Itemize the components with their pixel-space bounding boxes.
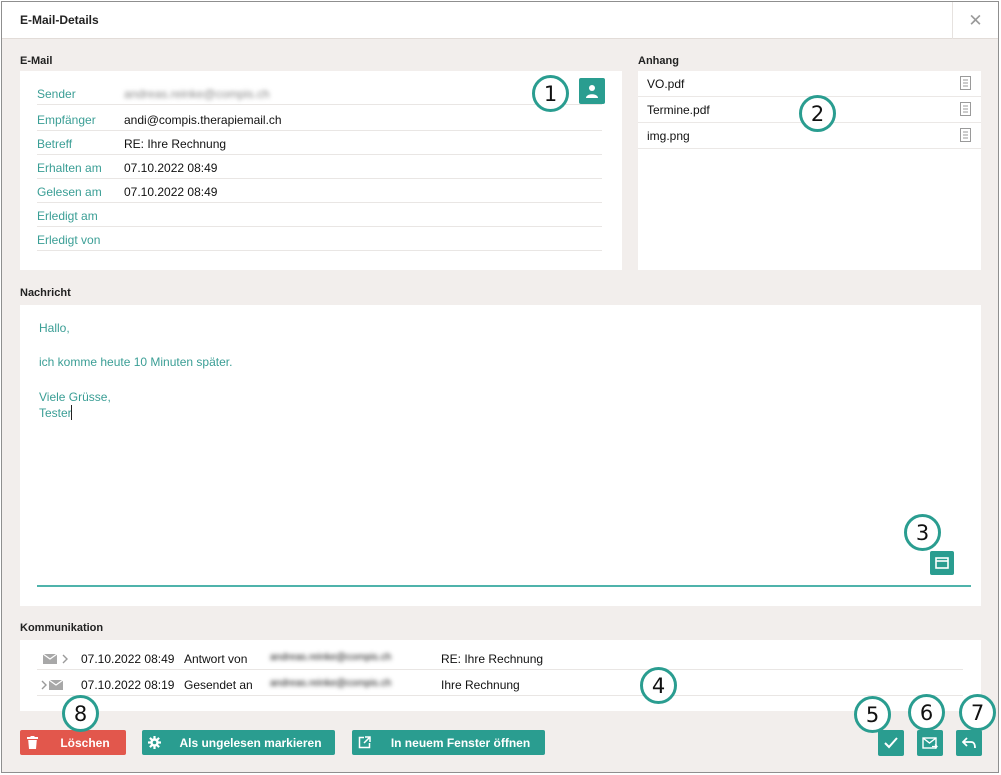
mail-forward-icon bbox=[922, 736, 938, 749]
field-row-sender: Sender andreas.reinke@compis.ch bbox=[37, 81, 602, 105]
attachment-name: Termine.pdf bbox=[647, 103, 710, 117]
callout-6: 6 bbox=[908, 694, 945, 731]
message-panel[interactable]: Hallo, ich komme heute 10 Minuten später… bbox=[20, 305, 981, 606]
comm-subject: Ihre Rechnung bbox=[441, 678, 520, 692]
envelope-icon bbox=[49, 680, 63, 690]
field-label-sender: Sender bbox=[37, 87, 76, 101]
field-label-received: Erhalten am bbox=[37, 161, 102, 175]
mark-unread-button[interactable]: Als ungelesen markieren bbox=[142, 730, 335, 755]
open-new-window-button-label: In neuem Fenster öffnen bbox=[390, 735, 531, 750]
delete-button[interactable]: Löschen bbox=[20, 730, 126, 755]
field-label-read: Gelesen am bbox=[37, 185, 102, 199]
mark-unread-button-label: Als ungelesen markieren bbox=[179, 735, 322, 750]
comm-address: andreas.reinke@compis.ch bbox=[270, 678, 392, 689]
field-label-subject: Betreff bbox=[37, 137, 73, 151]
field-row-read: Gelesen am 07.10.2022 08:49 bbox=[37, 179, 602, 203]
callout-2: 2 bbox=[799, 95, 836, 132]
attachment-name: img.png bbox=[647, 129, 690, 143]
title-bar: E-Mail-Details ✕ bbox=[2, 2, 998, 39]
checkmark-icon bbox=[884, 737, 898, 749]
field-label-recipient: Empfänger bbox=[37, 113, 96, 127]
close-icon: ✕ bbox=[968, 10, 983, 30]
window-icon bbox=[935, 557, 949, 569]
external-link-icon bbox=[352, 730, 376, 755]
comm-address: andreas.reinke@compis.ch bbox=[270, 652, 392, 663]
contact-button[interactable] bbox=[579, 78, 605, 104]
communication-section-label: Kommunikation bbox=[20, 622, 104, 634]
document-icon bbox=[960, 102, 971, 116]
callout-1: 1 bbox=[532, 75, 569, 112]
comm-datetime: 07.10.2022 08:49 bbox=[81, 652, 175, 666]
reply-button[interactable] bbox=[956, 730, 982, 756]
field-value-received: 07.10.2022 08:49 bbox=[124, 161, 218, 175]
field-value-subject: RE: Ihre Rechnung bbox=[124, 137, 227, 151]
document-icon bbox=[960, 128, 971, 142]
email-details-dialog: E-Mail-Details ✕ E-Mail Sender andreas.r… bbox=[1, 1, 999, 773]
gear-icon bbox=[142, 730, 166, 755]
envelope-icon bbox=[43, 654, 57, 664]
field-label-done-by: Erledigt von bbox=[37, 233, 101, 247]
message-divider bbox=[37, 585, 971, 587]
field-value-read: 07.10.2022 08:49 bbox=[124, 185, 218, 199]
chevron-right-icon bbox=[62, 654, 68, 664]
field-value-sender: andreas.reinke@compis.ch bbox=[124, 87, 270, 101]
field-row-received: Erhalten am 07.10.2022 08:49 bbox=[37, 155, 602, 179]
field-label-done-at: Erledigt am bbox=[37, 209, 98, 223]
field-row-done-by: Erledigt von bbox=[37, 227, 602, 251]
person-icon bbox=[586, 85, 598, 98]
communication-panel: 07.10.2022 08:49 Antwort von andreas.rei… bbox=[20, 640, 981, 711]
close-button[interactable]: ✕ bbox=[952, 2, 998, 39]
open-new-window-button[interactable]: In neuem Fenster öffnen bbox=[352, 730, 545, 755]
delete-button-label: Löschen bbox=[60, 735, 110, 750]
callout-4: 4 bbox=[640, 667, 677, 704]
message-line: ich komme heute 10 Minuten später. bbox=[39, 355, 233, 369]
attachments-section-label: Anhang bbox=[638, 55, 679, 67]
table-row[interactable]: 07.10.2022 08:49 Antwort von andreas.rei… bbox=[37, 644, 963, 670]
message-section-label: Nachricht bbox=[20, 287, 71, 299]
chevron-right-icon bbox=[41, 680, 47, 690]
message-line: Hallo, bbox=[39, 321, 70, 335]
comm-direction: Antwort von bbox=[184, 652, 248, 666]
attachment-item[interactable]: VO.pdf bbox=[638, 71, 981, 97]
field-row-subject: Betreff RE: Ihre Rechnung bbox=[37, 131, 602, 155]
callout-8: 8 bbox=[62, 695, 99, 732]
forward-button[interactable] bbox=[917, 730, 943, 756]
field-row-done-at: Erledigt am bbox=[37, 203, 602, 227]
dialog-title: E-Mail-Details bbox=[20, 13, 99, 27]
email-section-label: E-Mail bbox=[20, 55, 53, 67]
callout-5: 5 bbox=[854, 696, 891, 733]
attachment-name: VO.pdf bbox=[647, 77, 685, 91]
email-panel: Sender andreas.reinke@compis.ch Empfänge… bbox=[20, 71, 622, 270]
message-line: Tester bbox=[39, 406, 72, 420]
text-cursor bbox=[71, 405, 72, 420]
comm-subject: RE: Ihre Rechnung bbox=[441, 652, 544, 666]
message-line: Viele Grüsse, bbox=[39, 390, 111, 404]
document-icon bbox=[960, 76, 971, 90]
trash-icon bbox=[20, 730, 44, 755]
comm-direction: Gesendet an bbox=[184, 678, 253, 692]
reply-arrow-icon bbox=[962, 737, 976, 749]
mark-done-button[interactable] bbox=[878, 730, 904, 756]
callout-3: 3 bbox=[904, 514, 941, 551]
callout-7: 7 bbox=[959, 694, 996, 731]
table-row[interactable]: 07.10.2022 08:19 Gesendet an andreas.rei… bbox=[37, 670, 963, 696]
comm-datetime: 07.10.2022 08:19 bbox=[81, 678, 175, 692]
field-value-recipient: andi@compis.therapiemail.ch bbox=[124, 113, 282, 127]
expand-message-button[interactable] bbox=[930, 551, 954, 575]
field-row-recipient: Empfänger andi@compis.therapiemail.ch bbox=[37, 107, 602, 131]
